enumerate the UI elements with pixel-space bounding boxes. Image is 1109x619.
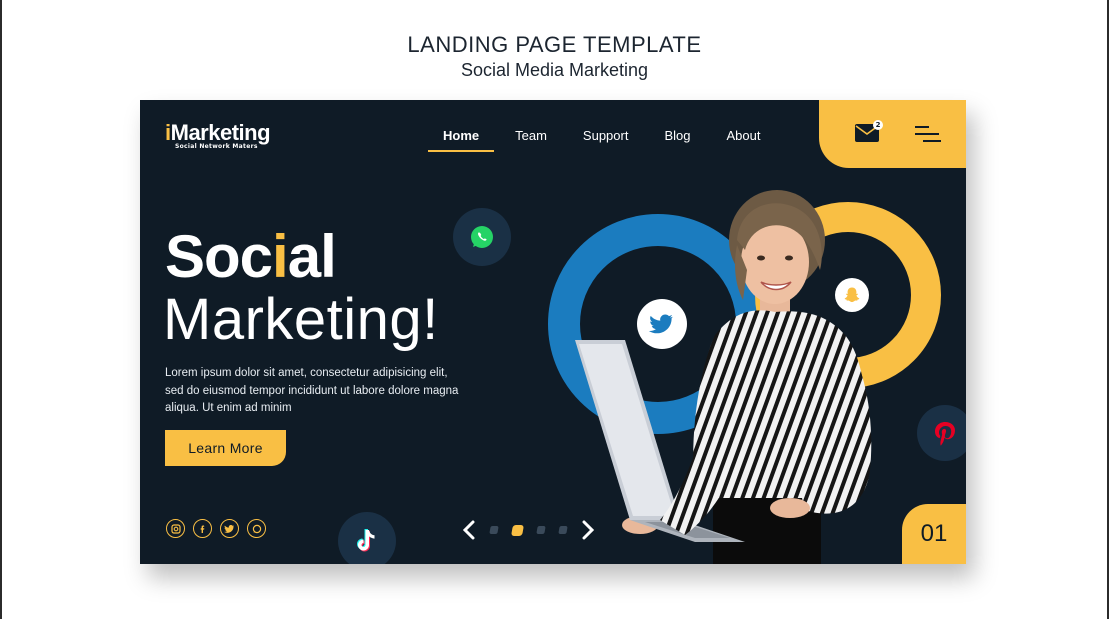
chevron-left-icon[interactable]: [462, 520, 476, 540]
slide-number: 01: [902, 504, 966, 564]
hero-title-line1: Social: [165, 223, 337, 290]
slider-controls: [462, 520, 595, 540]
slider-dot-active[interactable]: [511, 524, 524, 536]
page-subtitle: Social Media Marketing: [460, 60, 649, 80]
logo[interactable]: iMarketing Social Network Maters: [165, 120, 271, 150]
logo-tagline: Social Network Maters: [175, 143, 258, 150]
nav-about[interactable]: About: [709, 128, 779, 143]
whatsapp-bubble[interactable]: [453, 208, 511, 266]
nav-blog[interactable]: Blog: [646, 128, 708, 143]
woman-with-laptop-image: [575, 190, 872, 564]
hero-title-line2: Marketing!: [163, 287, 439, 352]
landing-card: iMarketing Social Network Maters Home Te…: [140, 100, 966, 564]
header-corner-panel: 2: [819, 100, 966, 168]
slider-dot[interactable]: [489, 526, 499, 534]
social-links: [166, 519, 266, 538]
tiktok-bubble[interactable]: [338, 512, 396, 564]
frame-left-border: [0, 0, 2, 619]
pinterest-bubble[interactable]: [917, 405, 966, 461]
nav-team[interactable]: Team: [497, 128, 565, 143]
slider-dot[interactable]: [558, 526, 568, 534]
pinterest-icon: [935, 422, 955, 446]
page-title: LANDING PAGE TEMPLATE: [407, 32, 702, 57]
whatsapp-icon: [471, 226, 493, 248]
nav-support[interactable]: Support: [565, 128, 647, 143]
nav-home[interactable]: Home: [425, 128, 497, 152]
learn-more-button[interactable]: Learn More: [165, 430, 286, 466]
whatsapp-icon[interactable]: [247, 519, 266, 538]
slider-dot[interactable]: [536, 526, 546, 534]
mail-badge: 2: [873, 120, 883, 130]
instagram-icon[interactable]: [166, 519, 185, 538]
hero-description: Lorem ipsum dolor sit amet, consectetur …: [165, 367, 459, 414]
twitter-icon[interactable]: [220, 519, 239, 538]
chevron-right-icon[interactable]: [581, 520, 595, 540]
facebook-icon[interactable]: [193, 519, 212, 538]
tiktok-icon: [357, 529, 375, 552]
menu-icon[interactable]: [915, 124, 941, 144]
main-nav: Home Team Support Blog About: [425, 128, 779, 152]
